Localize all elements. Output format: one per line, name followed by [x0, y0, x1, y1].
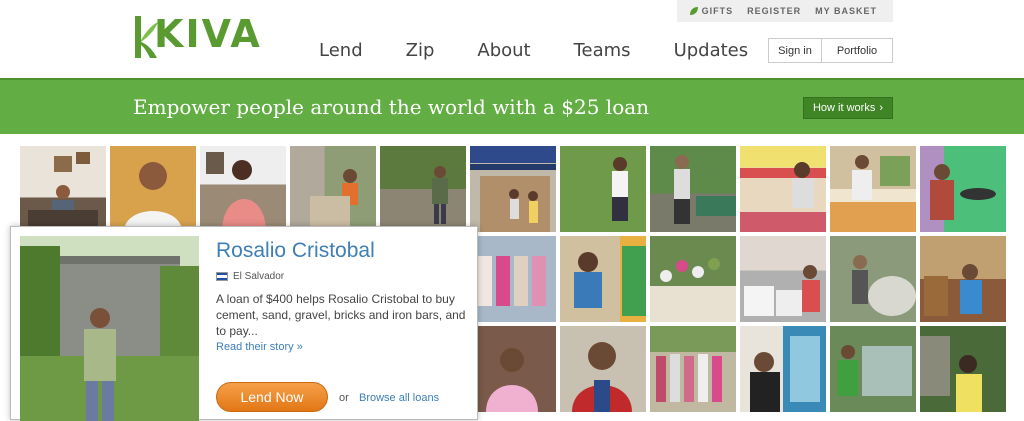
borrower-photo — [830, 155, 916, 232]
borrower-photo — [206, 152, 266, 232]
borrower-photo-tile[interactable] — [830, 146, 916, 232]
main-nav: Lend Zip About Teams Updates — [319, 40, 791, 61]
lend-now-button[interactable]: Lend Now — [216, 382, 328, 412]
borrower-photo-tile[interactable] — [740, 326, 826, 412]
borrower-photo-tile[interactable] — [110, 146, 196, 232]
borrower-photo-tile[interactable] — [200, 146, 286, 232]
borrower-photo-tile[interactable] — [830, 236, 916, 322]
borrower-photo-tile[interactable] — [920, 146, 1006, 232]
how-it-works-label: How it works — [812, 102, 876, 114]
borrower-photo — [924, 264, 982, 316]
borrower-photo-tile[interactable] — [830, 326, 916, 412]
leaf-icon — [689, 7, 698, 15]
borrower-photo — [650, 258, 736, 322]
borrower-photo — [486, 348, 538, 412]
borrower-photo-tile[interactable] — [20, 146, 106, 232]
gifts-link[interactable]: GIFTS — [689, 6, 734, 16]
loan-description: A loan of $400 helps Rosalio Cristobal t… — [216, 292, 466, 338]
borrower-photo-tile[interactable] — [470, 326, 556, 412]
borrower-photo — [612, 157, 628, 221]
borrower-photo — [432, 166, 448, 224]
nav-about[interactable]: About — [477, 40, 530, 61]
sign-in-button[interactable]: Sign in — [769, 39, 822, 62]
borrower-photo — [740, 162, 826, 232]
borrower-photo — [852, 255, 916, 316]
borrower-photo — [470, 164, 556, 232]
borrower-photo — [656, 354, 722, 402]
how-it-works-button[interactable]: How it works › — [803, 97, 893, 119]
featured-borrower-photo[interactable] — [20, 236, 199, 421]
borrower-photo — [920, 146, 996, 232]
nav-zip[interactable]: Zip — [406, 40, 435, 61]
borrower-photo — [572, 342, 632, 412]
borrower-photo-tile[interactable] — [290, 146, 376, 232]
borrower-photo — [920, 336, 982, 412]
borrower-country: El Salvador — [216, 271, 284, 282]
or-text: or — [339, 392, 349, 404]
borrower-photo — [124, 162, 182, 232]
borrower-photo-tile[interactable] — [470, 236, 556, 322]
borrower-photo — [744, 265, 820, 316]
featured-borrower-card: Rosalio Cristobal El Salvador A loan of … — [10, 226, 478, 421]
borrower-photo — [310, 169, 358, 232]
borrower-photo-tile[interactable] — [650, 326, 736, 412]
borrower-photo — [838, 345, 912, 396]
portfolio-button[interactable]: Portfolio — [822, 39, 892, 62]
borrower-photo-tile[interactable] — [380, 146, 466, 232]
read-story-link[interactable]: Read their story » — [216, 341, 303, 353]
browse-all-loans-link[interactable]: Browse all loans — [359, 392, 439, 404]
borrower-photo — [674, 155, 736, 224]
chevron-right-icon: › — [879, 102, 883, 114]
gifts-label: GIFTS — [701, 6, 734, 16]
borrower-photo — [478, 256, 546, 306]
borrower-photo-tile[interactable] — [560, 146, 646, 232]
borrower-photo-tile[interactable] — [470, 146, 556, 232]
borrower-photo-tile[interactable] — [650, 146, 736, 232]
hero-banner: Empower people around the world with a $… — [0, 78, 1024, 134]
banner-headline: Empower people around the world with a $… — [133, 95, 650, 119]
nav-lend[interactable]: Lend — [319, 40, 363, 61]
el-salvador-flag-icon — [216, 272, 228, 281]
country-label: El Salvador — [233, 271, 285, 282]
register-link[interactable]: REGISTER — [747, 6, 801, 16]
site-header: KIVA GIFTS REGISTER MY BASKET Lend Zip A… — [0, 0, 1024, 80]
kiva-logo[interactable]: KIVA — [133, 12, 260, 64]
borrower-photo — [750, 336, 820, 412]
borrower-photo-tile[interactable] — [560, 236, 646, 322]
borrower-photo-tile[interactable] — [740, 146, 826, 232]
utility-bar: GIFTS REGISTER MY BASKET — [677, 0, 893, 22]
nav-updates[interactable]: Updates — [674, 40, 749, 61]
logo-text: KIVA — [154, 12, 262, 56]
borrower-photo-tile[interactable] — [650, 236, 736, 322]
borrower-photo-tile[interactable] — [560, 326, 646, 412]
borrower-photo — [20, 236, 199, 421]
borrower-photo — [574, 246, 646, 316]
my-basket-link[interactable]: MY BASKET — [815, 6, 877, 16]
borrower-photo-tile[interactable] — [920, 326, 1006, 412]
borrower-photo-tile[interactable] — [740, 236, 826, 322]
account-box: Sign in Portfolio — [768, 38, 893, 63]
borrower-photo-tile[interactable] — [920, 236, 1006, 322]
borrower-photo — [28, 152, 98, 232]
borrower-name[interactable]: Rosalio Cristobal — [216, 239, 375, 263]
nav-teams[interactable]: Teams — [574, 40, 631, 61]
